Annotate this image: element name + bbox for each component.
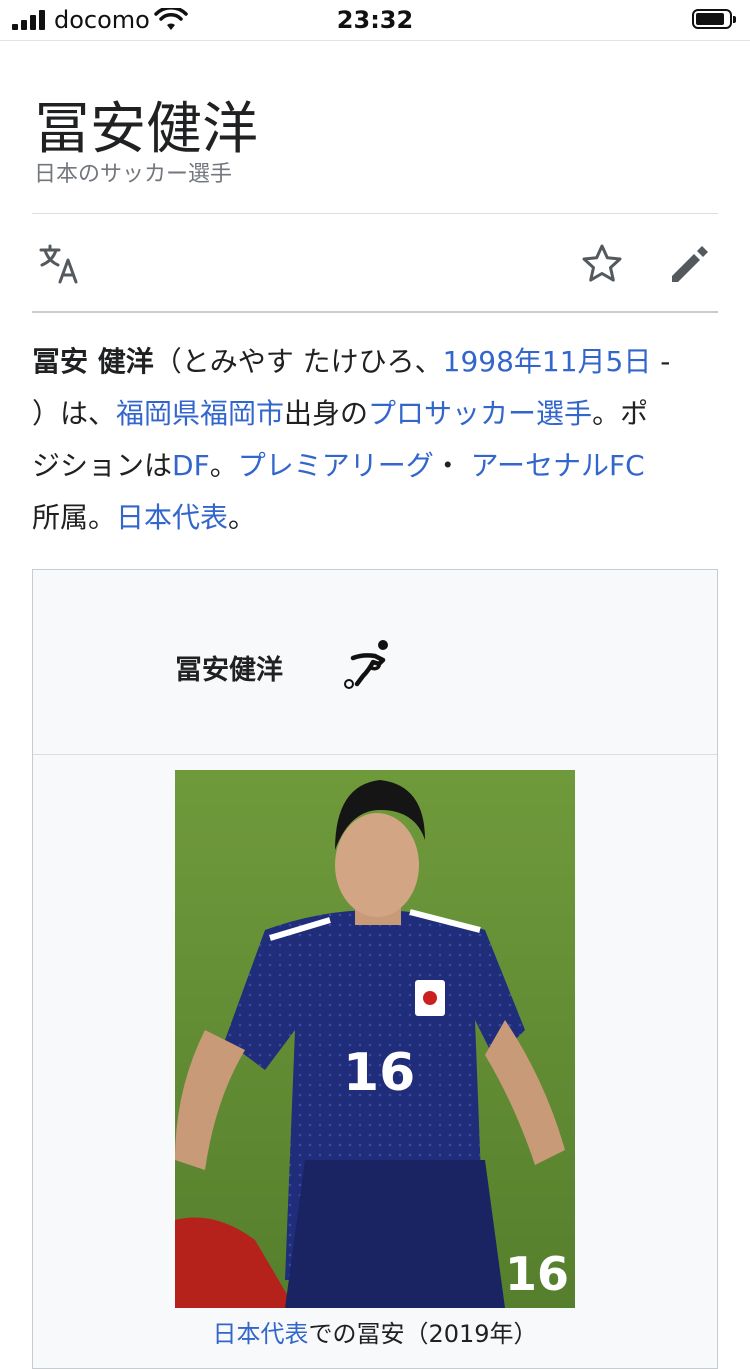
infobox: 冨安健洋 16 16 日本代表での冨安（2019年） <box>32 569 718 1369</box>
toolbar-divider <box>32 311 718 313</box>
lead-line: ）は、福岡県福岡市出身のプロサッカー選手。ポ <box>32 388 722 440</box>
lead-text: 。 <box>228 501 257 534</box>
name-reading: （とみやす たけひろ、 <box>153 345 443 378</box>
lead-paragraph: 冨安 健洋（とみやす たけひろ、1998年11月5日 - ）は、福岡県福岡市出身… <box>32 336 722 544</box>
lead-text: ・ <box>433 449 462 482</box>
status-bar: docomo 23:32 <box>0 0 750 41</box>
club-link[interactable]: アーセナルFC <box>471 449 645 482</box>
player-photo: 16 16 <box>175 770 575 1308</box>
position-link[interactable]: DF <box>172 449 210 482</box>
football-player-icon <box>344 640 388 689</box>
subject-name: 冨安 健洋 <box>32 345 154 378</box>
infobox-title: 冨安健洋 <box>175 655 283 686</box>
birthplace-link[interactable]: 福岡県福岡市 <box>116 397 284 430</box>
national-team-link[interactable]: 日本代表 <box>116 501 228 534</box>
lead-line: 所属。日本代表。 <box>32 492 722 544</box>
translate-icon[interactable] <box>36 240 84 288</box>
lead-line: ジションはDF。プレミアリーグ・ アーセナルFC <box>32 440 722 492</box>
league-link[interactable]: プレミアリーグ <box>238 449 434 482</box>
page-description: 日本のサッカー選手 <box>34 162 233 187</box>
lead-text: 。ポ <box>592 397 649 430</box>
lead-line: 冨安 健洋（とみやす たけひろ、1998年11月5日 - <box>32 336 722 388</box>
photo-caption: 日本代表での冨安（2019年） <box>33 1314 717 1349</box>
edit-icon[interactable] <box>666 240 714 288</box>
profession-link[interactable]: プロサッカー選手 <box>368 397 592 430</box>
star-icon[interactable] <box>578 240 626 288</box>
svg-text:16: 16 <box>505 1247 569 1301</box>
lead-text: 出身の <box>284 397 369 430</box>
caption-text: での冨安（2019年） <box>308 1320 538 1348</box>
birthdate-dash: - <box>651 345 671 378</box>
page-title: 冨安健洋 <box>34 97 258 162</box>
header-divider <box>32 213 718 214</box>
clock: 23:32 <box>336 6 414 34</box>
lead-text: ジションは <box>32 449 173 482</box>
lead-text: 。 <box>209 449 238 482</box>
lead-text: ）は、 <box>32 397 117 430</box>
battery-icon <box>692 9 736 29</box>
birthdate-link[interactable]: 1998年11月5日 <box>443 345 652 378</box>
caption-link[interactable]: 日本代表 <box>212 1320 308 1348</box>
svg-text:16: 16 <box>343 1043 415 1103</box>
infobox-header: 冨安健洋 <box>33 570 717 755</box>
lead-text: 所属。 <box>32 501 117 534</box>
